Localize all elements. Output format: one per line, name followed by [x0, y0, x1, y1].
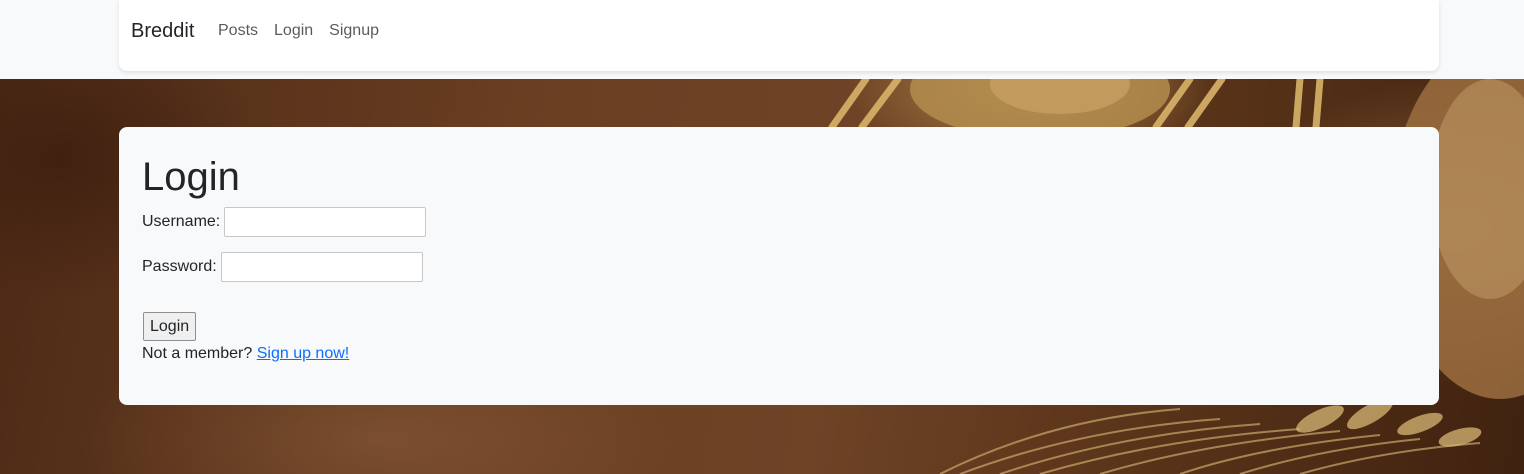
password-input[interactable] [220, 252, 423, 282]
username-input[interactable] [224, 207, 427, 237]
login-card: Login Username: Password: Login Not a me… [119, 127, 1439, 405]
nav-link-posts[interactable]: Posts [218, 22, 258, 39]
brand-link[interactable]: Breddit [131, 19, 194, 43]
nav-link-signup[interactable]: Signup [329, 22, 379, 39]
nav-link-login[interactable]: Login [274, 22, 313, 39]
page-title: Login [142, 155, 240, 199]
password-label: Password: [142, 258, 217, 275]
nav-item-signup: Signup [329, 21, 379, 41]
username-row: Username: [142, 207, 427, 237]
signup-link[interactable]: Sign up now! [257, 345, 350, 362]
signup-prompt-line: Not a member? Sign up now! [142, 344, 349, 364]
nav-item-posts: Posts [218, 21, 258, 41]
navbar: Breddit Posts Login Signup [119, 0, 1439, 71]
password-row: Password: [142, 252, 423, 282]
signup-prompt-text: Not a member? [142, 345, 253, 362]
nav-links: Posts Login Signup [218, 21, 379, 41]
username-label: Username: [142, 213, 221, 230]
nav-item-login: Login [274, 21, 313, 41]
login-submit-button[interactable]: Login [143, 312, 197, 341]
